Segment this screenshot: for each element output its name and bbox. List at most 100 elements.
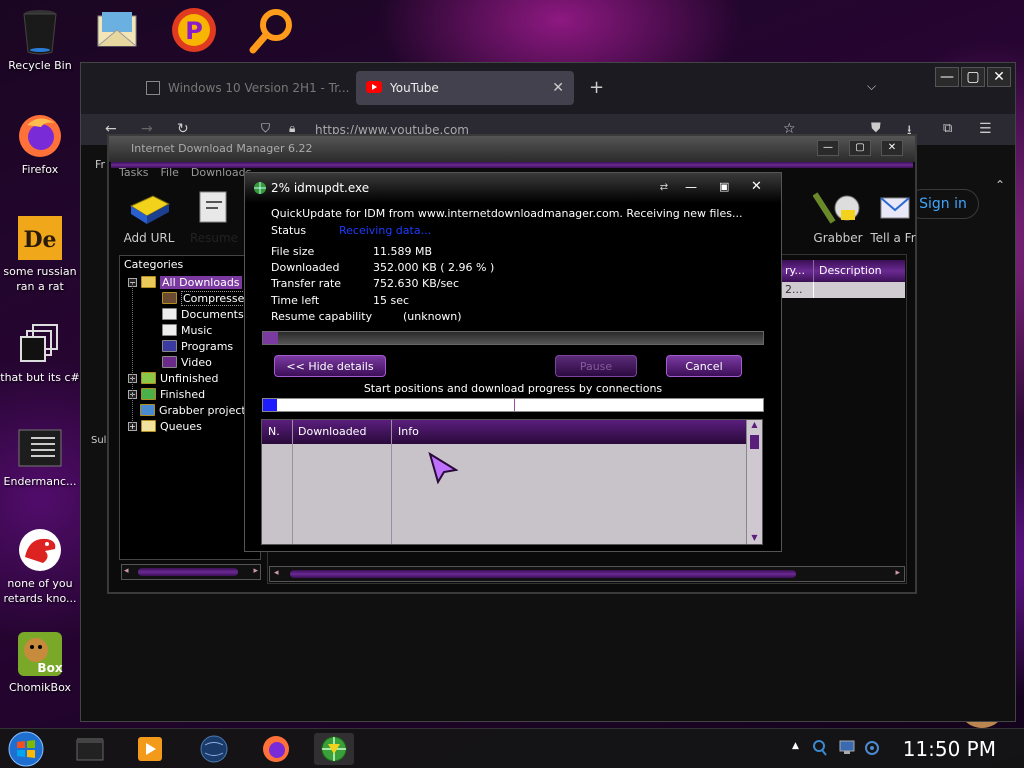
column-header[interactable]: ry... [785, 264, 805, 277]
hamburger-menu-icon[interactable]: ☰ [979, 121, 992, 137]
taskbar-app-terminal[interactable] [70, 733, 110, 765]
tree-item-compressed[interactable]: Compressed [162, 290, 254, 306]
pause-button[interactable]: Pause [555, 355, 637, 377]
new-tab-plus-icon[interactable]: + [589, 77, 604, 98]
extensions-icon[interactable]: ⧉ [943, 121, 952, 136]
minimize-button[interactable]: — [685, 180, 697, 194]
recycle-bin-icon [16, 8, 64, 56]
desktop-icon-endermanc[interactable]: Endermanc... [0, 424, 80, 489]
partial-text: Fr [95, 158, 106, 171]
firefox-icon [263, 736, 289, 762]
tree-item-documents[interactable]: Documents [162, 306, 244, 322]
scroll-right-arrow-icon[interactable]: ▸ [253, 566, 258, 576]
close-button[interactable]: ✕ [751, 179, 762, 194]
tree-item-all-downloads[interactable]: − All Downloads [128, 274, 242, 290]
tree-header: Categories [124, 258, 184, 271]
tell-friend-icon [880, 197, 910, 219]
tree-item-unfinished[interactable]: + Unfinished [128, 370, 218, 386]
add-url-button[interactable]: Add URL [121, 188, 177, 245]
maximize-button[interactable]: ▣ [719, 180, 729, 193]
minimize-button[interactable]: — [935, 67, 959, 87]
tab-youtube[interactable]: YouTube ✕ [356, 71, 574, 105]
maximize-button[interactable]: ▢ [961, 67, 985, 87]
scroll-up-arrow-icon[interactable]: ⌃ [995, 178, 1005, 192]
close-button[interactable]: ✕ [881, 140, 903, 156]
scroll-right-arrow-icon[interactable]: ▸ [895, 568, 900, 578]
column-header-info[interactable]: Info [398, 425, 419, 438]
svg-text:De: De [23, 227, 56, 253]
menu-tasks[interactable]: Tasks [119, 166, 148, 179]
desktop-icon-chomikbox[interactable]: Box ChomikBox [0, 630, 80, 695]
hamster-box-icon: Box [16, 630, 64, 678]
tree-item-video[interactable]: Video [162, 354, 212, 370]
resume-button[interactable]: Resume [189, 188, 239, 245]
app-p-icon[interactable]: P [170, 6, 218, 57]
categories-horizontal-scrollbar[interactable]: ◂ ▸ [121, 564, 261, 580]
column-header-number[interactable]: N. [268, 425, 280, 438]
scroll-up-arrow-icon[interactable]: ▲ [747, 420, 762, 429]
idm-globe-icon [253, 181, 267, 198]
cancel-button[interactable]: Cancel [666, 355, 742, 377]
tray-expand-arrow-icon[interactable]: ▲ [792, 741, 799, 751]
scroll-left-arrow-icon[interactable]: ◂ [274, 568, 279, 578]
desktop-icon-some-russian[interactable]: De some russian ran a rat [0, 214, 80, 294]
taskbar-clock[interactable]: 11:50 PM [903, 737, 996, 761]
document-icon [162, 308, 177, 320]
tab-list-chevron-down-icon[interactable]: ⌵ [867, 79, 876, 94]
tray-search-icon[interactable] [812, 739, 828, 760]
scroll-down-arrow-icon[interactable]: ▼ [747, 533, 762, 542]
update-info-text: QuickUpdate for IDM from www.internetdow… [271, 207, 743, 220]
desktop-icon-recycle-bin[interactable]: Recycle Bin [0, 8, 80, 73]
tree-item-music[interactable]: Music [162, 322, 212, 338]
scroll-left-arrow-icon[interactable]: ◂ [124, 566, 129, 576]
maximize-button[interactable]: ▢ [849, 140, 871, 156]
taskbar-app-idm[interactable] [314, 733, 354, 765]
time-left-label: Time left [271, 294, 320, 307]
scrollbar-thumb[interactable] [750, 435, 759, 449]
column-header-downloaded[interactable]: Downloaded [298, 425, 366, 438]
scrollbar-thumb[interactable] [290, 570, 796, 578]
start-button[interactable] [4, 731, 48, 767]
minimize-button[interactable]: — [817, 140, 839, 156]
program-window-icon [162, 340, 177, 352]
close-tab-icon[interactable]: ✕ [552, 80, 564, 96]
tray-volume-icon[interactable] [864, 739, 880, 760]
close-button[interactable]: ✕ [987, 67, 1011, 87]
menu-file[interactable]: File [160, 166, 178, 179]
taskbar-app-firefox[interactable] [256, 733, 296, 765]
tree-item-label: Grabber projects [159, 403, 252, 417]
tree-item-programs[interactable]: Programs [162, 338, 233, 354]
connections-vertical-scrollbar[interactable]: ▲ ▼ [746, 420, 762, 544]
tell-a-friend-button[interactable]: Tell a Fr [869, 188, 917, 245]
tree-item-grabber-projects[interactable]: Grabber projects [140, 402, 251, 418]
mail-icon[interactable] [94, 10, 140, 55]
grabber-button[interactable]: Grabber [809, 188, 867, 245]
column-header-description[interactable]: Description [819, 264, 882, 277]
scrollbar-thumb[interactable] [138, 568, 238, 576]
desktop-icon-none-of-you[interactable]: none of you retards kno... [0, 526, 80, 606]
hide-details-button[interactable]: << Hide details [274, 355, 386, 377]
search-magnifier-icon[interactable] [248, 8, 296, 57]
column-divider [813, 260, 814, 282]
column-divider [391, 420, 392, 544]
progress-fill [263, 332, 278, 344]
tree-item-queues[interactable]: + Queues [128, 418, 202, 434]
list-horizontal-scrollbar[interactable]: ◂ ▸ [269, 566, 905, 582]
desktop-icon-that-but-csharp[interactable]: that but its c# [0, 320, 80, 385]
desktop-icon-firefox[interactable]: Firefox [0, 112, 80, 177]
add-url-label: Add URL [123, 231, 175, 245]
transfer-rate-value: 752.630 KB/sec [373, 277, 459, 290]
minimize-to-tray-icon[interactable]: ⇄ [655, 182, 673, 194]
taskbar-app-media-player[interactable] [130, 733, 170, 765]
sign-in-button[interactable]: Sign in [907, 189, 979, 219]
menu-downloads[interactable]: Downloads [191, 166, 251, 179]
tray-network-icon[interactable] [838, 739, 856, 758]
desktop-icon-label: Firefox [21, 163, 59, 176]
folder-icon [141, 276, 156, 288]
connections-table: N. Downloaded Info ▲ ▼ [261, 419, 763, 545]
list-row[interactable]: 2... [781, 282, 905, 298]
downloaded-value: 352.000 KB ( 2.96 % ) [373, 261, 495, 274]
taskbar-app-globe[interactable] [194, 733, 234, 765]
connections-caption: Start positions and download progress by… [363, 382, 663, 395]
tree-item-finished[interactable]: + Finished [128, 386, 205, 402]
